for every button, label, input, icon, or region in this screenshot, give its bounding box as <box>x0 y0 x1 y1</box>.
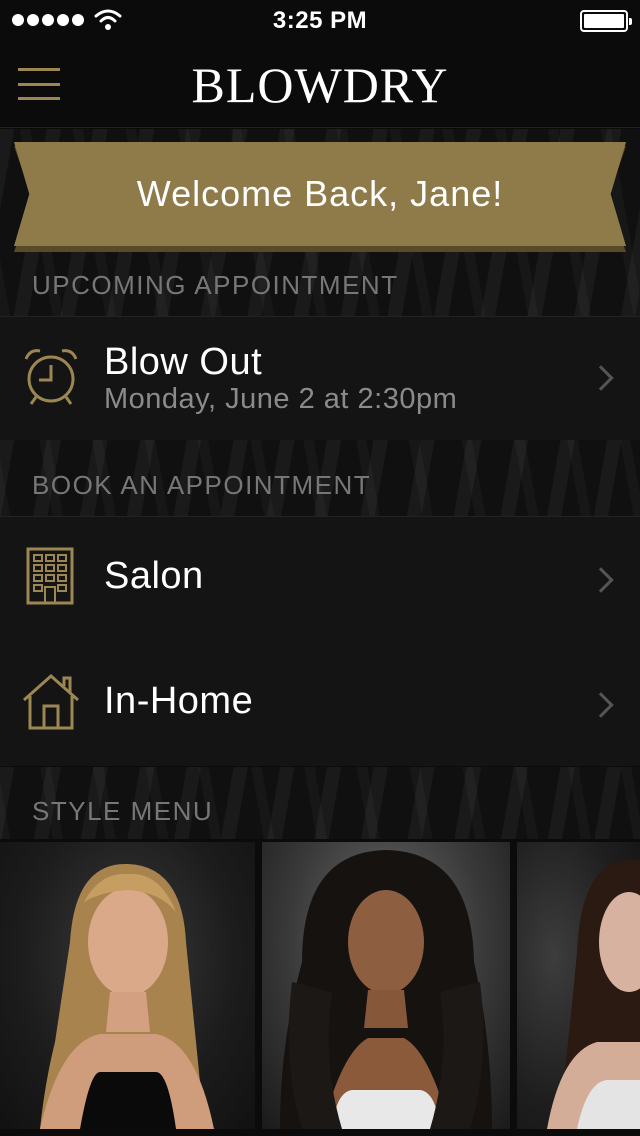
battery-icon <box>580 10 632 32</box>
status-bar: 3:25 PM <box>0 0 640 40</box>
chevron-right-icon <box>588 365 614 391</box>
upcoming-appointment-row[interactable]: Blow Out Monday, June 2 at 2:30pm <box>0 316 640 440</box>
status-time: 3:25 PM <box>272 7 368 34</box>
house-icon <box>23 673 79 730</box>
section-label-style: STYLE MENU <box>32 796 214 826</box>
brand-logo: BLOWDRY <box>191 57 449 113</box>
style-card[interactable] <box>0 842 255 1129</box>
style-card[interactable] <box>262 842 510 1129</box>
appointment-datetime: Monday, June 2 at 2:30pm <box>104 383 458 415</box>
nav-bar: BLOWDRY <box>0 40 640 128</box>
style-card[interactable] <box>517 842 640 1129</box>
section-label-upcoming: UPCOMING APPOINTMENT <box>32 270 399 300</box>
chevron-right-icon <box>588 567 614 593</box>
welcome-banner: Welcome Back, Jane! <box>14 142 626 246</box>
book-in-home-row[interactable]: In-Home <box>0 640 640 766</box>
appointment-title: Blow Out <box>104 341 263 383</box>
alarm-clock-icon <box>24 349 78 405</box>
section-label-book: BOOK AN APPOINTMENT <box>32 470 372 500</box>
chevron-right-icon <box>588 692 614 718</box>
book-salon-row[interactable]: Salon <box>0 516 640 640</box>
style-photo <box>40 863 215 1129</box>
in-home-label: In-Home <box>104 680 254 722</box>
style-menu-carousel[interactable] <box>0 839 640 1136</box>
welcome-text: Welcome Back, Jane! <box>136 173 504 214</box>
style-photo <box>280 850 492 1129</box>
building-icon <box>26 547 74 605</box>
salon-label: Salon <box>104 555 204 597</box>
style-photo <box>547 860 640 1129</box>
